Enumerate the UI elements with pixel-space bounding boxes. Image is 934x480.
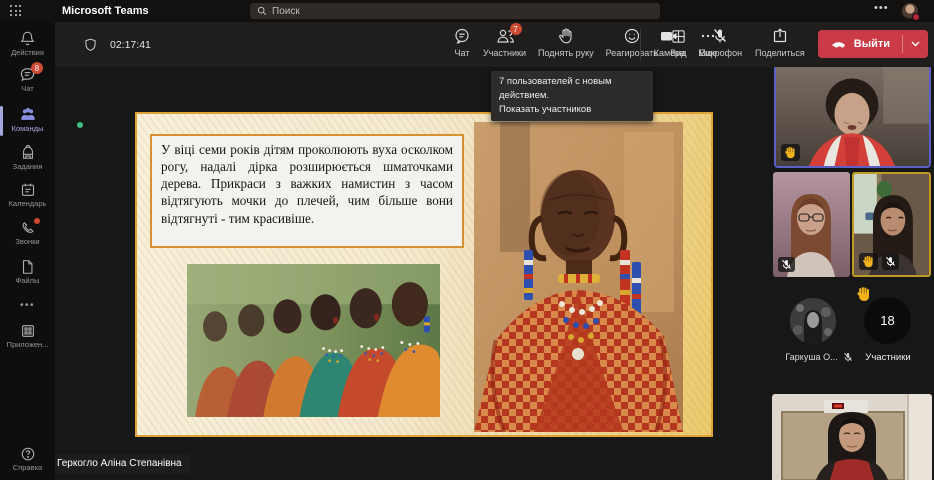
apps-grid-icon <box>20 323 36 339</box>
raised-hand-icon <box>856 286 872 307</box>
search-icon <box>257 6 267 16</box>
sidebar-item-calls[interactable]: Звонки <box>0 220 55 246</box>
leave-button[interactable]: Выйти <box>818 30 928 58</box>
help-icon <box>20 446 36 462</box>
mic-muted-icon <box>843 352 853 362</box>
shared-slide: У віці семи років дітям проколюють вуха … <box>135 112 713 437</box>
button-label: Микрофон <box>698 48 742 58</box>
raise-hand-button[interactable]: Поднять руку <box>538 27 594 58</box>
sidebar-item-apps[interactable]: Приложен... <box>0 323 55 349</box>
participants-icon: 7 <box>495 27 515 45</box>
top-bar: Microsoft Teams ••• <box>0 0 934 22</box>
share-button[interactable]: Поделиться <box>755 27 805 58</box>
sidebar-item-label: Чат <box>21 84 33 93</box>
participants-count: 18 <box>880 313 894 328</box>
bell-icon <box>19 30 36 47</box>
mic-muted-badge <box>882 253 899 270</box>
presenter-name-label: Геркогло Аліна Степанівна <box>48 455 191 473</box>
tooltip-line1: 7 пользователей с новым действием. <box>499 75 645 103</box>
toolbar-divider <box>640 29 641 61</box>
raised-hand-badge <box>859 253 878 270</box>
button-label: Участники <box>483 48 526 58</box>
backpack-icon <box>20 144 36 161</box>
app-launcher-icon[interactable] <box>10 5 22 17</box>
raise-hand-icon <box>557 27 575 45</box>
sidebar-item-label: Действия <box>11 48 44 57</box>
toolbar-right-buttons: Камера Микрофон Поделиться Выйти <box>640 27 928 61</box>
sidebar-item-label: Файлы <box>16 276 40 285</box>
chat-icon: 8 <box>19 66 36 83</box>
video-tile-pinned[interactable] <box>852 172 931 277</box>
slide-photo-maasai-women <box>187 264 440 417</box>
phone-icon <box>20 220 36 236</box>
sidebar-item-files[interactable]: Файлы <box>0 259 55 285</box>
sidebar-item-calendar[interactable]: Календарь <box>0 182 55 208</box>
tooltip-line2: Показать участников <box>499 103 645 117</box>
sidebar-item-label: Календарь <box>9 199 47 208</box>
chat-badge: 8 <box>31 62 43 74</box>
meeting-toolbar: 02:17:41 Чат 7 Участники Поднять руку Ре… <box>55 22 934 67</box>
sidebar-item-label: Звонки <box>15 237 39 246</box>
sidebar-item-chat[interactable]: 8 Чат <box>0 66 55 93</box>
participant-name: Гаркуша О... <box>785 352 837 362</box>
shield-icon <box>83 37 98 53</box>
sidebar-item-assignments[interactable]: Задания <box>0 144 55 171</box>
sidebar-more-icon[interactable]: ••• <box>0 300 55 311</box>
sidebar-item-label: Справка <box>13 463 42 472</box>
sidebar-item-teams[interactable]: Команды <box>0 106 55 133</box>
teams-icon <box>19 106 37 123</box>
hangup-icon <box>830 38 847 50</box>
button-label: Поделиться <box>755 48 805 58</box>
chat-button[interactable]: Чат <box>453 27 471 58</box>
camera-button[interactable]: Камера <box>654 27 685 58</box>
chevron-down-icon <box>911 41 920 47</box>
button-label: Камера <box>654 48 685 58</box>
topbar-more-icon[interactable]: ••• <box>874 2 889 14</box>
button-label: Чат <box>455 48 470 58</box>
leave-options-button[interactable] <box>903 30 928 58</box>
sidebar-item-help[interactable]: Справка <box>0 446 55 472</box>
calendar-icon <box>20 182 36 198</box>
slide-photo-maasai-elder <box>474 122 683 432</box>
meeting-timer: 02:17:41 <box>83 22 151 67</box>
slide-textbox: У віці семи років дітям проколюють вуха … <box>150 134 464 248</box>
participants-count-label: Участники <box>856 352 920 363</box>
chat-icon <box>453 27 471 45</box>
share-screen-icon <box>771 27 789 45</box>
participants-button[interactable]: 7 Участники <box>483 27 526 58</box>
leave-label: Выйти <box>854 38 890 50</box>
file-icon <box>20 259 35 275</box>
user-avatar[interactable] <box>902 3 918 19</box>
teams-meeting-window: Microsoft Teams ••• Действия 8 Чат Коман… <box>0 0 934 480</box>
sidebar: Действия 8 Чат Команды Задания Календарь <box>0 22 55 480</box>
mic-muted-badge <box>778 257 795 272</box>
participants-tooltip: 7 пользователей с новым действием. Показ… <box>491 71 653 121</box>
search-input[interactable] <box>272 6 653 17</box>
participant-avatar[interactable] <box>790 298 836 344</box>
calls-notification-dot <box>34 218 40 224</box>
sidebar-item-label: Приложен... <box>7 340 49 349</box>
video-tile-bottom[interactable] <box>772 394 932 480</box>
pointer-dot <box>77 122 83 128</box>
participant-name-row: Гаркуша О... <box>774 352 864 362</box>
button-label: Поднять руку <box>538 48 594 58</box>
video-tile-participant-glasses[interactable] <box>773 172 850 277</box>
mic-button[interactable]: Микрофон <box>698 27 742 58</box>
mic-off-icon <box>711 27 729 45</box>
participants-alert-badge: 7 <box>510 23 522 35</box>
presence-busy-badge <box>912 13 920 21</box>
timer-value: 02:17:41 <box>110 39 151 51</box>
search-bar[interactable] <box>250 3 660 19</box>
smiley-icon <box>623 27 641 45</box>
sidebar-item-label: Задания <box>13 162 43 171</box>
app-title: Microsoft Teams <box>62 5 149 17</box>
raised-hand-badge <box>781 144 800 161</box>
camera-icon <box>659 27 679 45</box>
sidebar-item-label: Команды <box>12 124 44 133</box>
sidebar-item-activity[interactable]: Действия <box>0 30 55 57</box>
video-tile-speaking[interactable] <box>774 64 931 168</box>
